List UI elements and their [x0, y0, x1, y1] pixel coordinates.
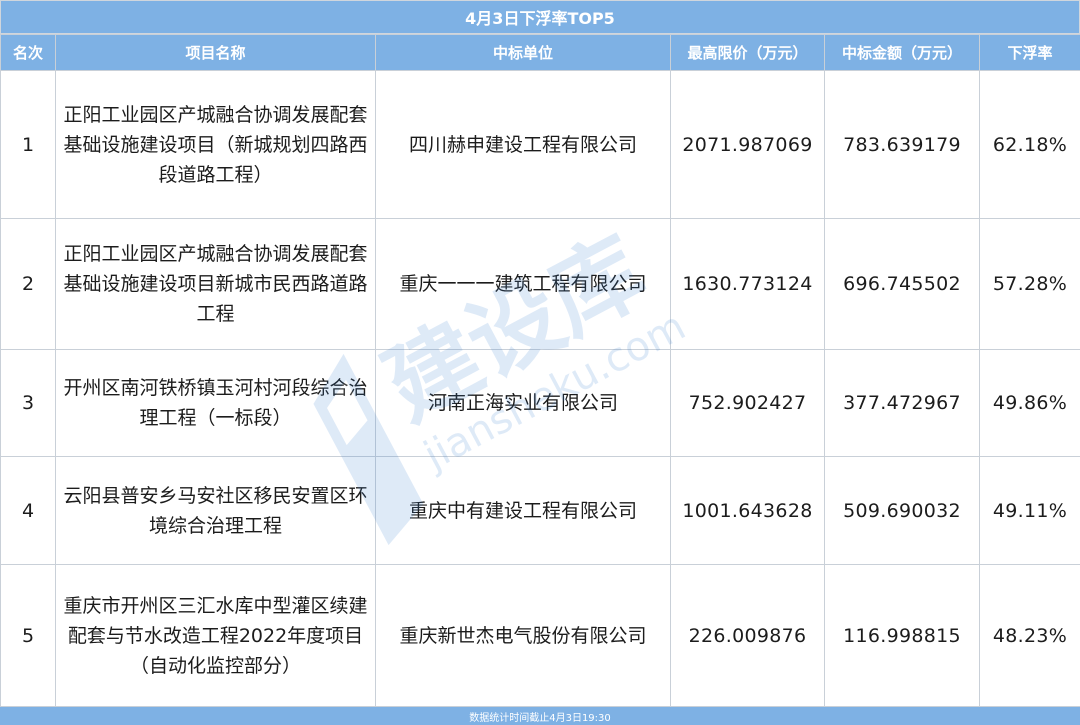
footer-note: 数据统计时间截止4月3日19:30: [0, 707, 1080, 725]
header-rank: 名次: [0, 34, 56, 71]
cell-rate: 49.86%: [979, 349, 1080, 457]
cell-project: 重庆市开州区三汇水库中型灌区续建配套与节水改造工程2022年度项目（自动化监控部…: [55, 564, 376, 707]
cell-max-price: 2071.987069: [670, 70, 825, 219]
cell-project: 云阳县普安乡马安社区移民安置区环境综合治理工程: [55, 456, 376, 565]
cell-max-price: 1001.643628: [670, 456, 825, 565]
cell-bid-amount: 509.690032: [824, 456, 980, 565]
cell-max-price: 752.902427: [670, 349, 825, 457]
cell-bid-amount: 377.472967: [824, 349, 980, 457]
cell-max-price: 226.009876: [670, 564, 825, 707]
header-project: 项目名称: [55, 34, 376, 71]
header-company: 中标单位: [375, 34, 671, 71]
cell-bid-amount: 116.998815: [824, 564, 980, 707]
results-table: 名次 项目名称 中标单位 最高限价（万元） 中标金额（万元） 下浮率 1 正阳工…: [0, 34, 1080, 707]
cell-rank: 4: [0, 456, 56, 565]
header-row: 名次 项目名称 中标单位 最高限价（万元） 中标金额（万元） 下浮率: [0, 34, 1080, 71]
cell-bid-amount: 696.745502: [824, 218, 980, 350]
table-title: 4月3日下浮率TOP5: [0, 0, 1080, 34]
table-row: 1 正阳工业园区产城融合协调发展配套基础设施建设项目（新城规划四路西段道路工程）…: [0, 70, 1080, 219]
table-row: 2 正阳工业园区产城融合协调发展配套基础设施建设项目新城市民西路道路工程 重庆一…: [0, 218, 1080, 350]
header-rate: 下浮率: [979, 34, 1080, 71]
table-row: 4 云阳县普安乡马安社区移民安置区环境综合治理工程 重庆中有建设工程有限公司 1…: [0, 456, 1080, 565]
cell-project: 正阳工业园区产城融合协调发展配套基础设施建设项目（新城规划四路西段道路工程）: [55, 70, 376, 219]
cell-rate: 49.11%: [979, 456, 1080, 565]
table-row: 3 开州区南河铁桥镇玉河村河段综合治理工程（一标段） 河南正海实业有限公司 75…: [0, 349, 1080, 457]
header-max-price: 最高限价（万元）: [670, 34, 825, 71]
header-bid-amount: 中标金额（万元）: [824, 34, 980, 71]
cell-company: 河南正海实业有限公司: [375, 349, 671, 457]
cell-rate: 48.23%: [979, 564, 1080, 707]
cell-company: 四川赫申建设工程有限公司: [375, 70, 671, 219]
cell-company: 重庆一一一建筑工程有限公司: [375, 218, 671, 350]
cell-rank: 2: [0, 218, 56, 350]
cell-rate: 62.18%: [979, 70, 1080, 219]
cell-rank: 3: [0, 349, 56, 457]
cell-project: 正阳工业园区产城融合协调发展配套基础设施建设项目新城市民西路道路工程: [55, 218, 376, 350]
cell-project: 开州区南河铁桥镇玉河村河段综合治理工程（一标段）: [55, 349, 376, 457]
cell-rank: 5: [0, 564, 56, 707]
cell-company: 重庆新世杰电气股份有限公司: [375, 564, 671, 707]
cell-rate: 57.28%: [979, 218, 1080, 350]
cell-max-price: 1630.773124: [670, 218, 825, 350]
cell-bid-amount: 783.639179: [824, 70, 980, 219]
table-row: 5 重庆市开州区三汇水库中型灌区续建配套与节水改造工程2022年度项目（自动化监…: [0, 564, 1080, 707]
cell-rank: 1: [0, 70, 56, 219]
cell-company: 重庆中有建设工程有限公司: [375, 456, 671, 565]
